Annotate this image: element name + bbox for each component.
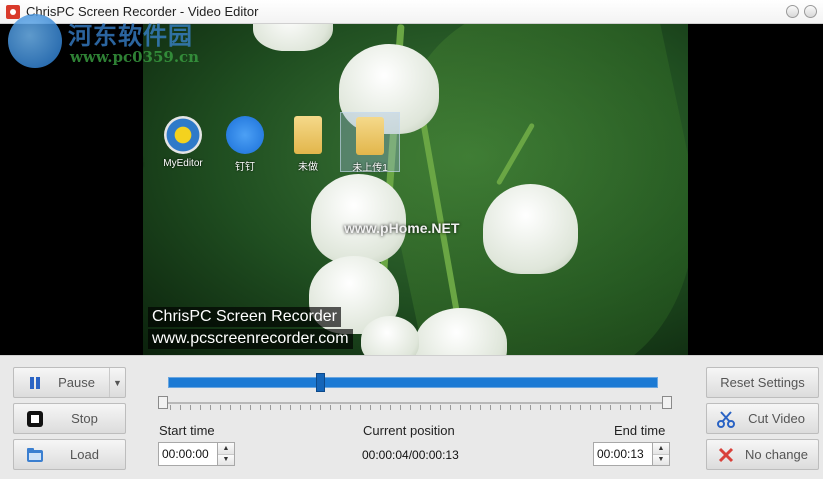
- playback-slider-thumb[interactable]: [315, 373, 325, 392]
- timeline-ticks: [170, 405, 660, 410]
- spin-down-icon[interactable]: ▼: [218, 454, 234, 465]
- video-preview: 临 MyEditor 钉钉 未做 未上传1 www.pHome.NET Chri…: [0, 24, 823, 355]
- scissors-icon: [717, 410, 735, 428]
- desktop-icon-folder-selected: 未上传1: [340, 112, 400, 174]
- overlay-app-url: www.pcscreenrecorder.com: [148, 329, 353, 349]
- close-button[interactable]: [804, 5, 817, 18]
- end-time-spinner[interactable]: ▲ ▼: [652, 443, 669, 465]
- myeditor-icon: [164, 116, 202, 154]
- stop-icon: [26, 410, 44, 428]
- no-change-button[interactable]: No change: [706, 439, 819, 470]
- app-icon: [6, 4, 20, 19]
- embedded-watermark: www.pHome.NET: [344, 220, 460, 236]
- desktop-icon-dingtalk: 钉钉: [217, 116, 273, 173]
- start-time-spinner[interactable]: ▲ ▼: [217, 443, 234, 465]
- current-position-value: 00:00:04/00:00:13: [362, 448, 459, 462]
- pause-icon: [26, 374, 44, 392]
- video-editor-window: ChrisPC Screen Recorder - Video Editor 临: [0, 0, 823, 479]
- folder-open-icon: [26, 446, 44, 464]
- close-icon: [717, 446, 735, 464]
- start-time-field[interactable]: ▲ ▼: [158, 442, 235, 466]
- video-frame: 临 MyEditor 钉钉 未做 未上传1: [143, 24, 688, 355]
- timeline-line: [164, 402, 666, 404]
- dingtalk-icon: [226, 116, 264, 154]
- end-time-input[interactable]: [594, 443, 652, 465]
- editor-controls: Pause ▼ Stop Load Start time 00:00:00 ▲ …: [0, 355, 823, 479]
- chevron-down-icon[interactable]: ▼: [109, 368, 125, 397]
- start-time-label: Start time: [159, 423, 215, 438]
- spin-down-icon[interactable]: ▼: [653, 454, 669, 465]
- minimize-button[interactable]: [786, 5, 799, 18]
- flower-bell: [253, 24, 333, 51]
- window-title: ChrisPC Screen Recorder - Video Editor: [26, 4, 259, 19]
- desktop-icon-partial: 临: [143, 144, 153, 169]
- end-time-label: End time: [614, 423, 666, 438]
- flower-bell: [483, 184, 578, 274]
- title-bar: ChrisPC Screen Recorder - Video Editor: [0, 0, 823, 24]
- trim-start-handle[interactable]: [158, 396, 168, 409]
- trim-end-handle[interactable]: [662, 396, 672, 409]
- overlay-app-name: ChrisPC Screen Recorder: [148, 307, 341, 327]
- trim-timeline[interactable]: [158, 396, 672, 410]
- folder-icon: [356, 117, 384, 155]
- end-time-field[interactable]: ▲ ▼: [593, 442, 670, 466]
- load-button[interactable]: Load: [13, 439, 126, 470]
- desktop-icon-myeditor: MyEditor: [155, 116, 211, 169]
- flower-bell: [361, 316, 419, 355]
- flower-bell: [311, 174, 406, 264]
- playback-progress-bar[interactable]: [168, 377, 658, 388]
- desktop-icon-folder: 未做: [280, 116, 336, 173]
- cut-video-button[interactable]: Cut Video: [706, 403, 819, 434]
- stop-button[interactable]: Stop: [13, 403, 126, 434]
- start-time-input[interactable]: [159, 443, 217, 465]
- spin-up-icon[interactable]: ▲: [653, 443, 669, 455]
- spin-up-icon[interactable]: ▲: [218, 443, 234, 455]
- current-position-label: Current position: [363, 423, 455, 438]
- folder-icon: [294, 116, 322, 154]
- reset-settings-button[interactable]: Reset Settings: [706, 367, 819, 398]
- pause-button[interactable]: Pause ▼: [13, 367, 126, 398]
